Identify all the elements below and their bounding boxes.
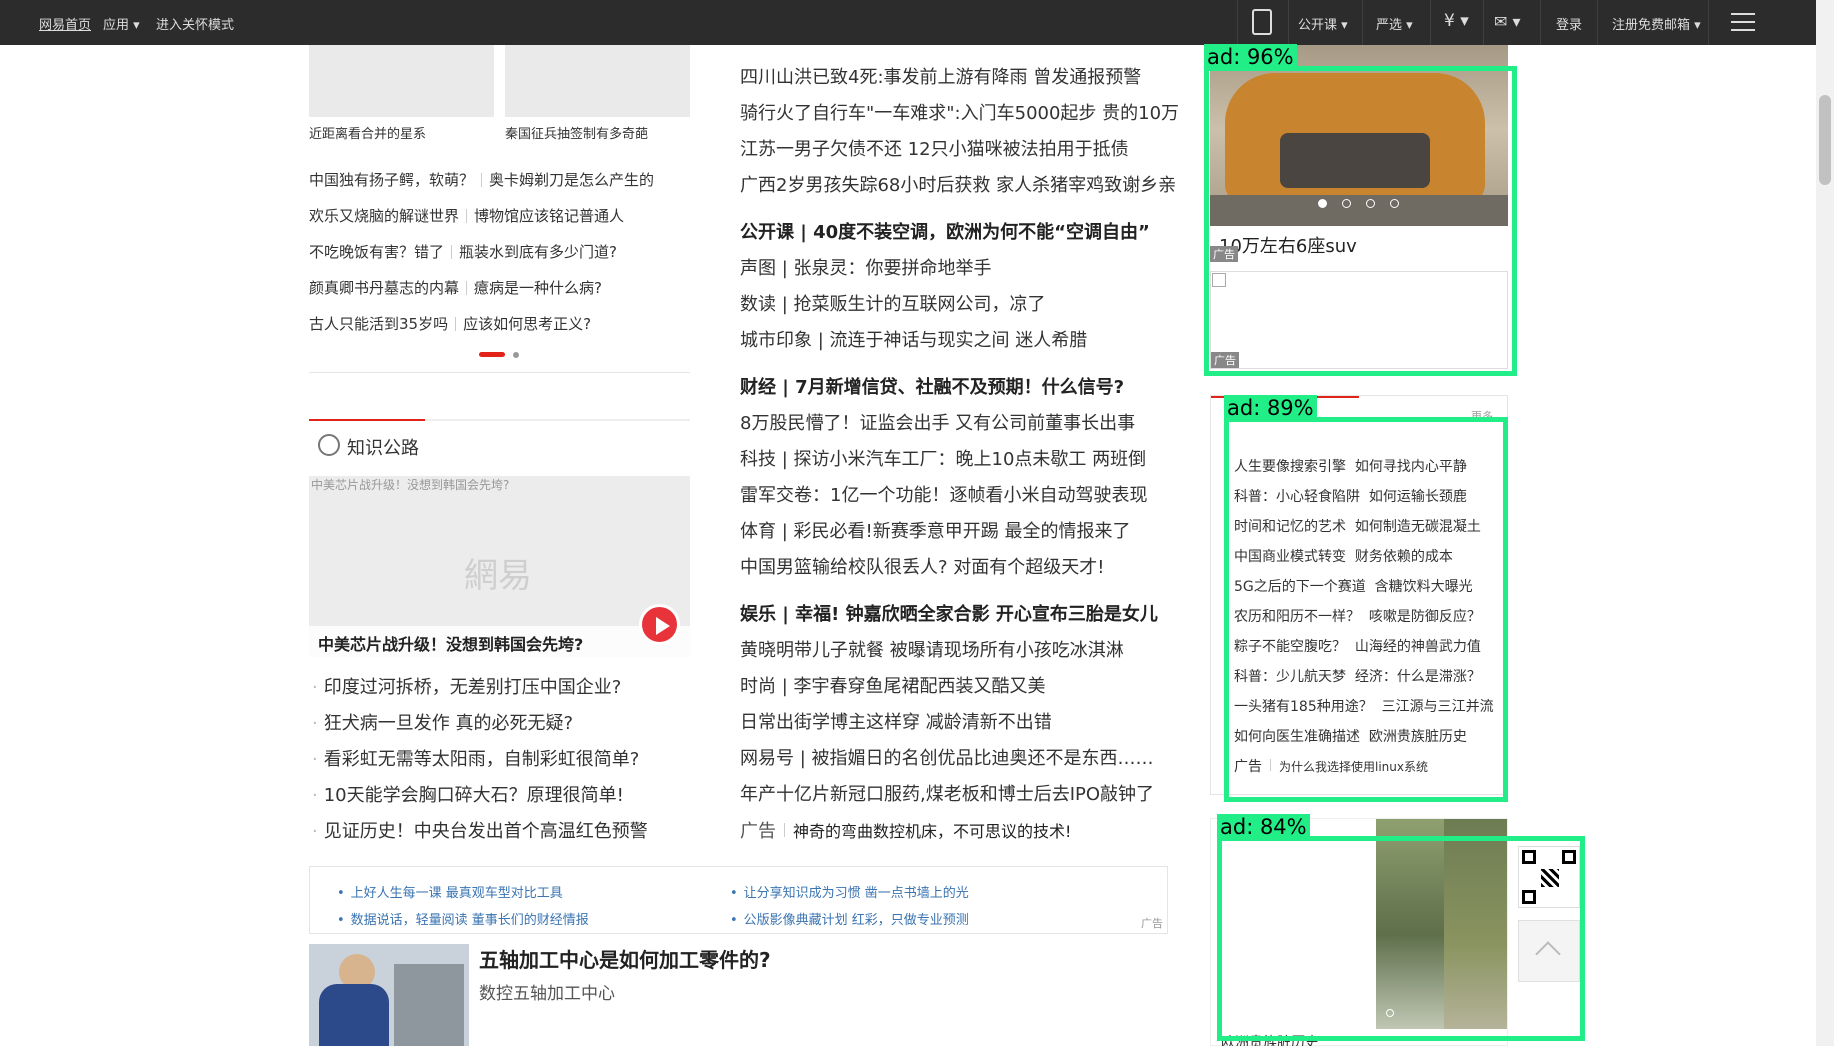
link[interactable]: 中国独有扬子鳄，软萌？ — [309, 171, 474, 189]
home-link[interactable]: 网易首页 — [39, 14, 91, 33]
list-item[interactable]: 狂犬病一旦发作 真的必死无疑? — [312, 709, 573, 735]
list-item: 中国独有扬子鳄，软萌？ 奥卡姆剃刀是怎么产生的 — [309, 169, 654, 190]
detection-label: ad: 96% — [1204, 44, 1297, 71]
list-item[interactable]: 10天能学会胸口碎大石？原理很简单! — [312, 781, 624, 807]
lottery-icon[interactable]: ¥ ▾ — [1444, 11, 1469, 31]
list-item[interactable]: 印度过河拆桥，无差别打压中国企业? — [312, 673, 622, 699]
detection-label: ad: 89% — [1224, 395, 1317, 422]
news-headline[interactable]: 声图 | 张泉灵：你要拼命地举手 — [740, 254, 992, 280]
video-thumbnail[interactable]: 中美芯片战升级！没想到韩国会先垮? 網易 中美芯片战升级！没想到韩国会先垮? — [309, 476, 690, 657]
apps-menu[interactable]: 应用 ▾ — [103, 14, 140, 33]
news-headline-bold[interactable]: 娱乐 | 幸福! 钟嘉欣晒全家合影 开心宣布三胎是女儿 — [740, 600, 1158, 626]
divider — [309, 372, 690, 373]
link[interactable]: 欢乐又烧脑的解谜世界 — [309, 207, 459, 225]
promo-subtitle[interactable]: 数控五轴加工中心 — [479, 979, 615, 1004]
news-headline[interactable]: 黄晓明带儿子就餐 被曝请现场所有小孩吃冰淇淋 — [740, 636, 1124, 662]
ad-link[interactable]: 公版影像典藏计划 红彩，只做专业预测 — [730, 909, 969, 928]
login-link[interactable]: 登录 — [1556, 14, 1582, 33]
news-headline[interactable]: 年产十亿片新冠口服药,煤老板和博士后去IPO敲钟了 — [740, 780, 1154, 806]
divider — [1237, 0, 1238, 45]
divider — [1540, 0, 1541, 45]
link[interactable]: 古人只能活到35岁吗 — [309, 315, 448, 333]
divider — [1597, 0, 1598, 45]
news-headline[interactable]: 体育 | 彩民必看!新赛季意甲开踢 最全的情报来了 — [740, 517, 1130, 543]
detection-label: ad: 84% — [1217, 814, 1310, 841]
list-item[interactable]: 见证历史！中央台发出首个高温红色预警 — [312, 817, 648, 843]
thumb-caption[interactable]: 秦国征兵抽签制有多奇葩 — [505, 123, 648, 142]
list-item: 不吃晚饭有害？错了 瓶装水到底有多少门道? — [309, 241, 617, 262]
link[interactable]: 奥卡姆剃刀是怎么产生的 — [489, 171, 654, 189]
news-headline[interactable]: 城市印象 | 流连于神话与现实之间 迷人希腊 — [740, 326, 1087, 352]
play-button[interactable] — [639, 604, 680, 645]
ad-link[interactable]: 让分享知识成为习惯 凿一点书墙上的光 — [730, 882, 969, 901]
ad-corner-label: 广告 — [1141, 917, 1163, 930]
cnc-machine-image[interactable] — [309, 944, 469, 1046]
news-headline[interactable]: 四川山洪已致4死:事发前上游有降雨 曾发通报预警 — [740, 63, 1141, 89]
divider — [1430, 0, 1431, 45]
news-headline[interactable]: 广西2岁男孩失踪68小时后获救 家人杀猪宰鸡致谢乡亲 — [740, 171, 1176, 197]
link[interactable]: 瓶装水到底有多少门道? — [459, 243, 617, 261]
detection-box — [1204, 66, 1517, 376]
news-headline[interactable]: 8万股民懵了！证监会出手 又有公司前董事长出事 — [740, 409, 1135, 435]
news-headline-bold[interactable]: 财经 | 7月新增信贷、社融不及预期！什么信号? — [740, 373, 1124, 399]
thumb-caption[interactable]: 近距离看合并的星系 — [309, 123, 426, 142]
promo-title[interactable]: 五轴加工中心是如何加工零件的? — [479, 944, 771, 973]
news-headline[interactable]: 网易号 | 被指媚日的名创优品比迪奥还不是东西…… — [740, 744, 1154, 770]
link[interactable]: 博物馆应该铭记普通人 — [474, 207, 624, 225]
scrollbar-thumb[interactable] — [1819, 95, 1831, 185]
link[interactable]: 癔病是一种什么病? — [474, 279, 602, 297]
ad-link[interactable]: 上好人生每一课 最真观车型对比工具 — [337, 882, 563, 901]
ad-label: 广告 — [740, 821, 776, 842]
carousel-dot[interactable] — [513, 352, 519, 358]
register-mail-menu[interactable]: 注册免费邮箱 ▾ — [1612, 14, 1701, 33]
video-caption[interactable]: 中美芯片战升级！没想到韩国会先垮? — [318, 631, 583, 655]
list-item[interactable]: 看彩虹无需等太阳雨，自制彩虹很简单? — [312, 745, 640, 771]
apps-label: 应用 — [103, 18, 130, 33]
divider — [1708, 0, 1709, 45]
divider — [1483, 0, 1484, 45]
care-mode-link[interactable]: 进入关怀模式 — [156, 14, 234, 33]
detection-box — [1224, 417, 1508, 802]
divider — [1288, 0, 1289, 45]
link[interactable]: 应该如何思考正义? — [463, 315, 591, 333]
ad-link[interactable]: 数据说话，轻量阅读 董事长们的财经情报 — [337, 909, 589, 928]
watermark: 網易 — [464, 556, 532, 596]
clipped-headline — [740, 30, 1160, 44]
list-item: 颜真卿书丹墓志的内幕 癔病是一种什么病? — [309, 277, 602, 298]
qin-thumbnail[interactable] — [505, 45, 690, 117]
link[interactable]: 颜真卿书丹墓志的内幕 — [309, 279, 459, 297]
news-headline[interactable]: 江苏一男子欠债不还 12只小猫咪被法拍用于抵债 — [740, 135, 1129, 161]
text-ad[interactable]: 广告 神奇的弯曲数控机床，不可思议的技术! — [740, 817, 1071, 843]
open-course-menu[interactable]: 公开课 ▾ — [1298, 14, 1348, 33]
mail-icon[interactable]: ✉ ▾ — [1494, 12, 1521, 31]
broken-image-alt: 中美芯片战升级！没想到韩国会先垮? — [311, 478, 510, 492]
news-headline[interactable]: 数读 | 抢菜贩生计的互联网公司，凉了 — [740, 290, 1046, 316]
news-headline-bold[interactable]: 公开课 | 40度不装空调，欧洲为何不能“空调自由” — [740, 218, 1150, 244]
galaxy-thumbnail[interactable] — [309, 45, 494, 117]
list-item: 古人只能活到35岁吗 应该如何思考正义? — [309, 313, 591, 334]
list-item: 欢乐又烧脑的解谜世界 博物馆应该铭记普通人 — [309, 205, 624, 226]
link[interactable]: 不吃晚饭有害？错了 — [309, 243, 444, 261]
hamburger-menu-icon[interactable] — [1731, 13, 1755, 31]
vertical-scrollbar[interactable] — [1816, 0, 1834, 1046]
register-mail-label: 注册免费邮箱 — [1612, 18, 1691, 33]
ad-text[interactable]: 神奇的弯曲数控机床，不可思议的技术! — [793, 822, 1071, 841]
section-title: 知识公路 — [347, 438, 419, 459]
mobile-app-icon[interactable] — [1252, 9, 1272, 35]
news-headline[interactable]: 骑行火了自行车"一车难求":入门车5000起步 贵的10万 — [740, 99, 1179, 125]
news-headline[interactable]: 科技 | 探访小米汽车工厂：晚上10点未歇工 两班倒 — [740, 445, 1146, 471]
news-headline[interactable]: 雷军交卷：1亿一个功能！逐帧看小米自动驾驶表现 — [740, 481, 1147, 507]
news-headline[interactable]: 日常出街学博主这样穿 减龄清新不出错 — [740, 708, 1052, 734]
ad-link-box: 上好人生每一课 最真观车型对比工具 让分享知识成为习惯 凿一点书墙上的光 数据说… — [309, 866, 1168, 934]
divider — [1362, 0, 1363, 45]
yanxuan-menu[interactable]: 严选 ▾ — [1376, 14, 1413, 33]
news-headline[interactable]: 中国男篮输给校队很丢人? 对面有个超级天才! — [740, 553, 1105, 579]
section-rule-accent — [309, 419, 425, 421]
open-course-label: 公开课 — [1298, 18, 1338, 33]
detection-box — [1217, 836, 1585, 1041]
news-headline[interactable]: 时尚 | 李宇春穿鱼尾裙配西装又酷又美 — [740, 672, 1046, 698]
carousel-dot-active[interactable] — [479, 352, 505, 357]
knowledge-road-icon — [318, 434, 340, 456]
yanxuan-label: 严选 — [1376, 18, 1403, 33]
